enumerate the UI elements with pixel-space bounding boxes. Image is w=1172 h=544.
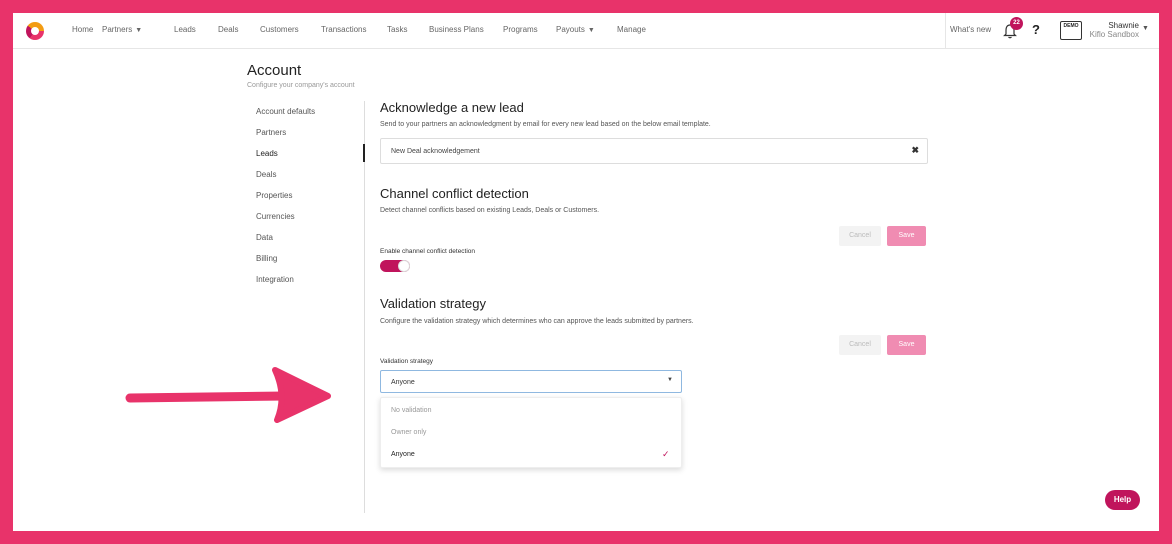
email-template-value: New Deal acknowledgement [391,148,480,155]
nav-manage[interactable]: Manage [617,25,646,34]
sidebar-item-data[interactable]: Data [256,233,273,242]
user-name[interactable]: Shawnie [1095,21,1139,30]
help-question-icon[interactable]: ? [1032,22,1040,37]
sidebar-item-deals[interactable]: Deals [256,170,276,179]
demo-sandbox-icon[interactable]: DEMO [1060,21,1082,40]
conflict-detection-toggle[interactable] [380,260,410,272]
validation-cancel-button[interactable]: Cancel [839,335,881,355]
validation-title: Validation strategy [380,296,486,311]
pointer-arrow-icon [125,367,331,423]
help-button[interactable]: Help [1105,490,1140,510]
sidebar-divider [364,101,365,513]
page-subtitle: Configure your company's account [247,82,355,89]
page-title: Account [247,62,302,79]
conflict-description: Detect channel conflicts based on existi… [380,207,600,214]
chevron-down-icon: ▼ [135,27,143,34]
option-no-validation[interactable]: No validation [391,407,431,414]
check-icon: ✓ [662,449,670,459]
validation-strategy-select[interactable]: Anyone ▼ [380,370,682,393]
whats-new-link[interactable]: What's new [950,25,991,34]
acknowledge-description: Send to your partners an acknowledgment … [380,121,711,128]
conflict-title: Channel conflict detection [380,186,529,201]
notification-badge: 22 [1010,17,1023,30]
email-template-select[interactable]: New Deal acknowledgement ✖ [380,138,928,164]
nav-transactions[interactable]: Transactions [321,25,367,34]
validation-description: Configure the validation strategy which … [380,318,694,325]
conflict-cancel-button[interactable]: Cancel [839,226,881,246]
sidebar-item-leads[interactable]: Leads [256,149,278,158]
sidebar-item-account-defaults[interactable]: Account defaults [256,107,315,116]
chevron-down-icon: ▼ [587,27,595,34]
app-window: Home Partners ▼ Leads Deals Customers Tra… [13,13,1159,531]
validation-dropdown-menu: No validation Owner only Anyone ✓ [380,397,682,468]
nav-leads[interactable]: Leads [174,25,196,34]
chevron-down-icon[interactable]: ▼ [1142,25,1149,32]
nav-partners[interactable]: Partners ▼ [102,25,142,34]
caret-down-icon[interactable]: ▼ [667,377,673,383]
nav-programs[interactable]: Programs [503,25,538,34]
nav-customers[interactable]: Customers [260,25,299,34]
validation-save-button[interactable]: Save [887,335,926,355]
sidebar-item-integration[interactable]: Integration [256,275,294,284]
nav-deals[interactable]: Deals [218,25,238,34]
nav-business-plans[interactable]: Business Plans [429,25,484,34]
validation-selected-value: Anyone [391,379,415,386]
option-anyone[interactable]: Anyone [391,451,415,458]
nav-tasks[interactable]: Tasks [387,25,407,34]
sidebar-item-currencies[interactable]: Currencies [256,212,295,221]
conflict-toggle-label: Enable channel conflict detection [380,248,476,255]
toggle-knob [398,260,410,272]
active-indicator [363,144,365,162]
sidebar-item-partners[interactable]: Partners [256,128,286,137]
nav-payouts[interactable]: Payouts ▼ [556,25,595,34]
app-logo[interactable] [26,22,44,40]
option-owner-only[interactable]: Owner only [391,429,426,436]
nav-home[interactable]: Home [72,25,93,34]
top-navbar: Home Partners ▼ Leads Deals Customers Tra… [13,13,1159,49]
navbar-divider [945,13,946,49]
sidebar-item-properties[interactable]: Properties [256,191,292,200]
acknowledge-title: Acknowledge a new lead [380,100,524,115]
sidebar-item-billing[interactable]: Billing [256,254,277,263]
validation-field-label: Validation strategy [380,358,433,365]
user-org[interactable]: Kiflo Sandbox [1088,30,1139,39]
conflict-save-button[interactable]: Save [887,226,926,246]
clear-icon[interactable]: ✖ [911,145,919,156]
